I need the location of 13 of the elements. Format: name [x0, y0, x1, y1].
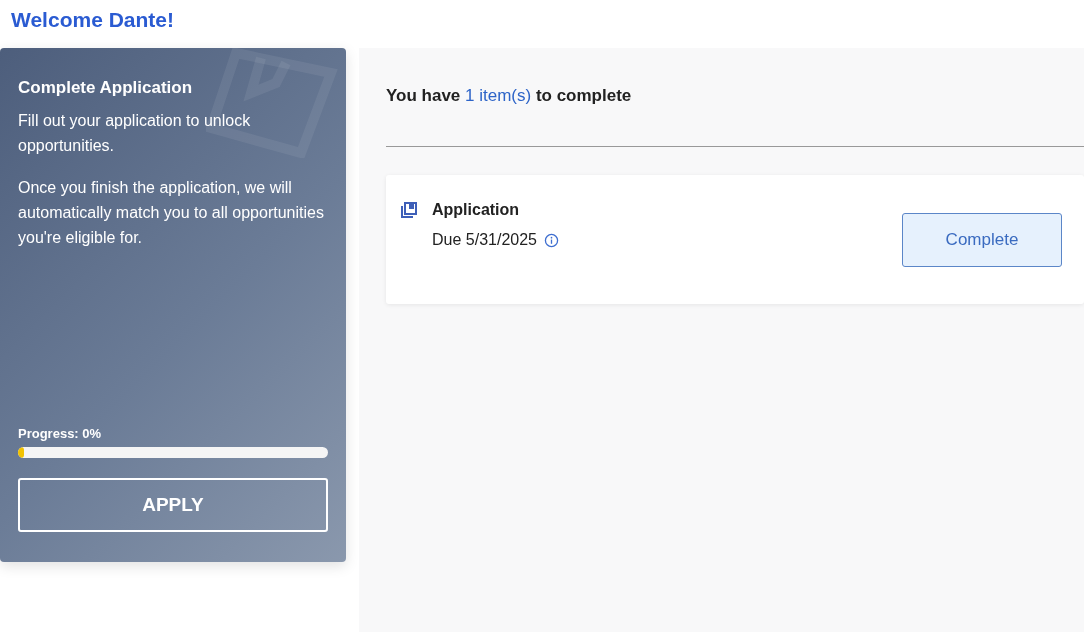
progress-label: Progress: 0%	[18, 426, 103, 441]
card-title: Complete Application	[18, 78, 194, 98]
info-icon[interactable]	[544, 232, 559, 248]
welcome-heading: Welcome Dante!	[10, 7, 175, 33]
tasks-summary: You have 1 item(s) to complete	[386, 86, 633, 106]
card-description: Once you finish the application, we will automatically match you to all opportunities you're eligible for.	[18, 178, 325, 248]
complete-button[interactable]: Complete	[902, 213, 1062, 267]
stacked-pages-icon	[401, 202, 417, 218]
due-date: Due 5/31/2025	[432, 231, 537, 249]
card-description: Fill out your application to unlock opportunities.	[18, 111, 252, 156]
apply-button[interactable]: APPLY	[18, 478, 328, 532]
task-title: Application	[432, 201, 521, 219]
item-count-link[interactable]: 1 item(s)	[465, 86, 532, 105]
